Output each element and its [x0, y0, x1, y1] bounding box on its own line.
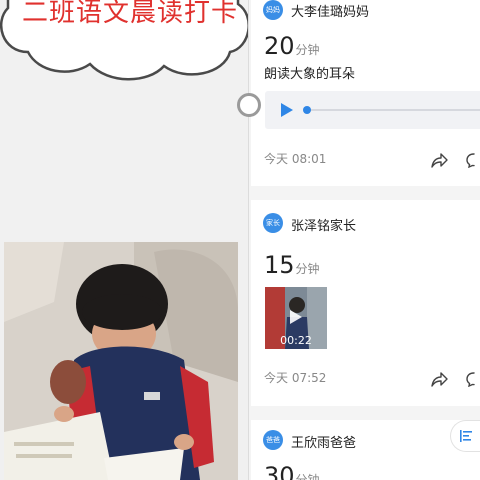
banner-title: 二班语文晨读打卡 [22, 0, 239, 28]
avatar[interactable]: 妈妈 [263, 0, 283, 20]
play-icon[interactable] [281, 103, 293, 117]
duration: 20分钟 [264, 32, 320, 60]
left-column: 二班语文晨读打卡 [0, 0, 248, 480]
post-time: 今天 08:01 [264, 152, 327, 166]
poster-name[interactable]: 大李佳璐妈妈 [291, 1, 369, 20]
audio-progress-knob[interactable] [303, 106, 311, 114]
post-card: 妈妈 大李佳璐妈妈 20分钟 朗读大象的耳朵 今天 08:01 [251, 0, 480, 186]
video-thumbnail[interactable]: 00:22 [265, 287, 327, 349]
duration: 15分钟 [264, 251, 320, 279]
list-icon [460, 430, 472, 442]
share-icon[interactable] [431, 152, 449, 168]
floating-list-button[interactable] [450, 420, 480, 452]
post-title: 朗读大象的耳朵 [264, 67, 356, 82]
toggle-circle[interactable] [237, 93, 261, 117]
avatar[interactable]: 爸爸 [263, 430, 283, 450]
duration-unit: 分钟 [295, 43, 320, 57]
comment-icon[interactable] [465, 152, 480, 168]
duration-unit: 分钟 [295, 473, 320, 480]
banner-area: 二班语文晨读打卡 [0, 0, 248, 240]
poster-name[interactable]: 张泽铭家长 [291, 215, 356, 234]
audio-player[interactable] [265, 91, 480, 129]
play-icon[interactable] [290, 310, 302, 324]
reading-photo[interactable] [4, 242, 238, 480]
comment-icon[interactable] [465, 371, 480, 387]
feed-column[interactable]: 妈妈 大李佳璐妈妈 20分钟 朗读大象的耳朵 今天 08:01 家长 张泽铭家长… [249, 0, 480, 480]
post-time: 今天 07:52 [264, 371, 327, 385]
duration-unit: 分钟 [295, 262, 320, 276]
duration-value: 15 [264, 251, 295, 279]
duration-value: 30 [264, 462, 295, 480]
poster-name[interactable]: 王欣雨爸爸 [291, 432, 356, 451]
audio-progress-track[interactable] [305, 109, 480, 111]
video-duration: 00:22 [280, 334, 312, 347]
post-card: 爸爸 王欣雨爸爸 30分钟 [251, 420, 480, 480]
duration: 30分钟 [264, 462, 320, 480]
duration-value: 20 [264, 32, 295, 60]
post-card: 家长 张泽铭家长 15分钟 00:22 今天 07:52 [251, 200, 480, 406]
share-icon[interactable] [431, 371, 449, 387]
avatar[interactable]: 家长 [263, 213, 283, 233]
